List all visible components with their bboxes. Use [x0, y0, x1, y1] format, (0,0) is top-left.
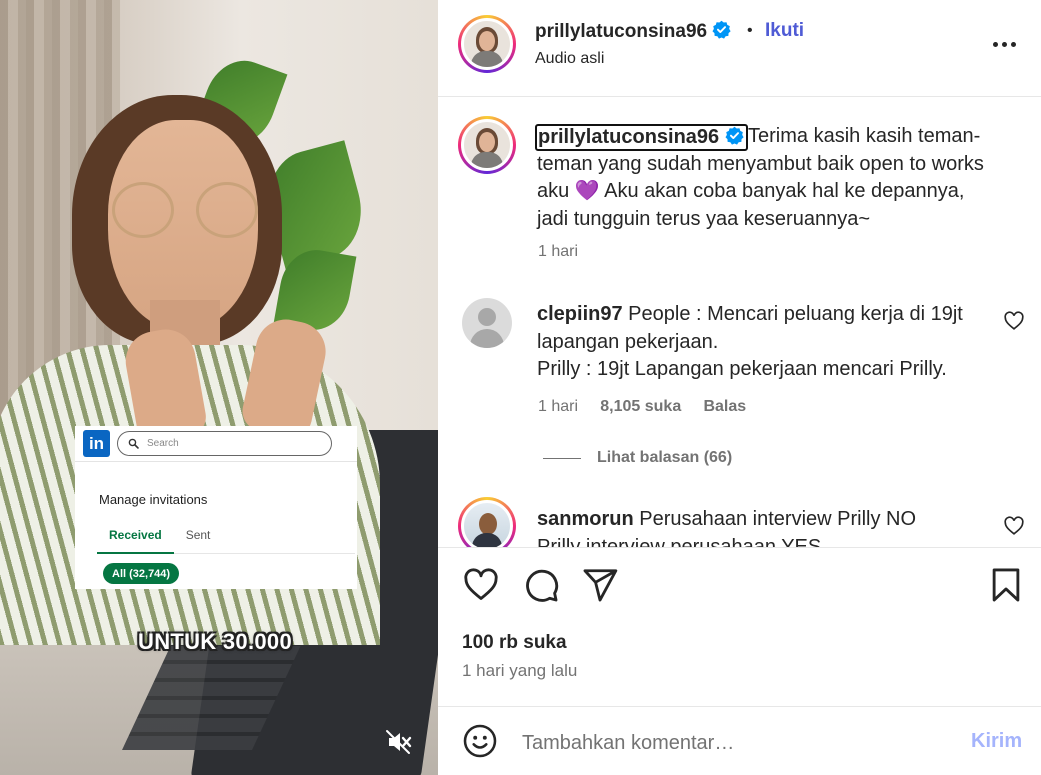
linkedin-filter-pill: All (32,744): [103, 563, 180, 584]
smiley-icon[interactable]: [462, 723, 498, 759]
author-username[interactable]: prillylatuconsina96: [535, 20, 732, 43]
linkedin-tab-received: Received: [97, 524, 174, 554]
comment-text-line1: Perusahaan interview Prilly NO: [639, 508, 917, 530]
caption-time: 1 hari: [538, 243, 579, 260]
bookmark-icon[interactable]: [987, 566, 1025, 604]
comment-like-heart-icon[interactable]: [1003, 310, 1025, 332]
reel-video[interactable]: in Search Manage invitations Received Se…: [0, 0, 438, 775]
more-options-button[interactable]: [986, 32, 1022, 56]
post-actions: [438, 566, 1041, 606]
comment-username[interactable]: sanmorun: [537, 508, 634, 530]
commenter-avatar[interactable]: [458, 497, 516, 547]
comment-input[interactable]: [522, 727, 942, 759]
paper-plane-icon[interactable]: [581, 566, 619, 604]
glasses-left: [112, 182, 174, 238]
comments-divider: [438, 547, 1041, 548]
comment-text-line2: Prilly : 19jt Lapangan pekerjaan mencari…: [537, 358, 947, 380]
linkedin-search-placeholder: Search: [147, 438, 179, 449]
caption-username-text: prillylatuconsina96: [538, 126, 720, 148]
mute-button[interactable]: [383, 727, 413, 757]
linkedin-logo: in: [83, 430, 110, 457]
post-like-count[interactable]: 100 rb suka: [462, 632, 567, 654]
more-horizontal-icon: [992, 41, 998, 47]
glasses-right: [196, 182, 258, 238]
post-comment-button[interactable]: Kirim: [971, 730, 1022, 753]
comment-reply-button[interactable]: Balas: [703, 398, 746, 415]
comment-like-heart-icon[interactable]: [1003, 515, 1025, 537]
comment-bubble-icon[interactable]: [522, 566, 560, 604]
commenter-avatar[interactable]: [462, 298, 512, 348]
comment-meta: 1 hari 8,105 suka Balas: [538, 398, 746, 416]
comment-text-line2: Prilly interview perusahaan YES: [537, 535, 822, 548]
post-timestamp[interactable]: 1 hari yang lalu: [462, 661, 577, 681]
view-replies-button[interactable]: Lihat balasan (66): [543, 449, 732, 467]
comment-body: clepiin97 People : Mencari peluang kerja…: [537, 301, 987, 384]
linkedin-manage-invitations: Manage invitations: [99, 492, 208, 507]
default-user-icon: [478, 308, 496, 326]
caption-username[interactable]: prillylatuconsina96: [535, 124, 748, 151]
linkedin-overlay: in Search Manage invitations Received Se…: [75, 426, 357, 589]
heart-icon[interactable]: [462, 566, 500, 604]
video-caption: UNTUK 30.000: [138, 629, 292, 654]
author-avatar[interactable]: [458, 15, 516, 73]
comment-composer: Kirim: [438, 707, 1041, 775]
linkedin-tab-sent: Sent: [185, 528, 211, 542]
header-separator: •: [747, 22, 753, 39]
original-audio-link[interactable]: Audio asli: [535, 50, 604, 68]
comment-like-count[interactable]: 8,105 suka: [600, 398, 681, 415]
speaker-muted-icon: [386, 730, 412, 754]
comment-time: 1 hari: [538, 398, 579, 415]
linkedin-topbar: in Search: [75, 426, 357, 462]
view-replies-label: Lihat balasan (66): [597, 449, 733, 466]
follow-button[interactable]: Ikuti: [765, 20, 804, 42]
search-icon: [128, 438, 139, 449]
verified-badge-icon: [712, 20, 732, 39]
linkedin-tabs: Received Sent: [97, 524, 355, 554]
linkedin-search: Search: [117, 431, 332, 456]
comment-body: sanmorun Perusahaan interview Prilly NO …: [537, 506, 987, 547]
caption-author-avatar[interactable]: [458, 116, 516, 174]
verified-badge-icon: [725, 126, 744, 145]
comments-list[interactable]: Terima kasih kasih teman-teman yang suda…: [438, 97, 1041, 547]
replies-line: [543, 457, 581, 459]
post-sidebar: prillylatuconsina96 • Ikuti Audio asli T…: [438, 0, 1041, 775]
author-username-text: prillylatuconsina96: [535, 21, 708, 42]
comment-username[interactable]: clepiin97: [537, 303, 623, 325]
